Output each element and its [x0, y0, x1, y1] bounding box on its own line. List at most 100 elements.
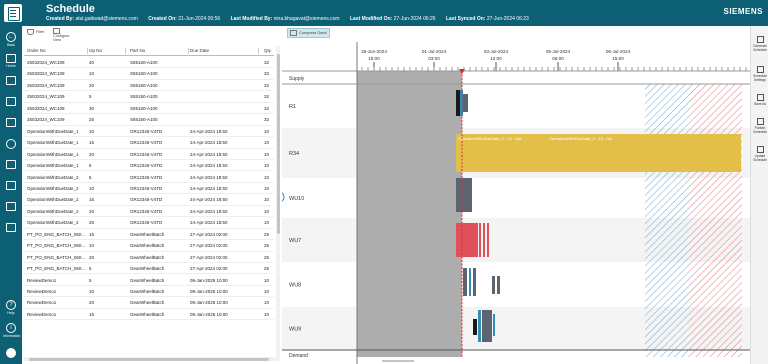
- nav-dashboard[interactable]: [3, 223, 19, 232]
- nav-help[interactable]: ? Help: [3, 300, 19, 315]
- column-header-part-no[interactable]: Part No: [130, 48, 189, 54]
- table-row[interactable]: PT_PO_ENG_BATCH_060... 20 GearWheelBatch 27…: [24, 252, 274, 264]
- scroll-thumb[interactable]: [29, 357, 269, 361]
- resource-label[interactable]: WU10: [289, 196, 304, 202]
- cell-qty: 10: [264, 208, 270, 214]
- table-row[interactable]: 25032024_WC109 10 S55150-A100 32: [24, 68, 274, 80]
- table-row[interactable]: OperationWithDueDate_1 5 GR12345-V4TD 24-Ap…: [24, 160, 274, 172]
- database-icon: [6, 202, 16, 211]
- gantt-bar[interactable]: [456, 223, 478, 257]
- nav-reports[interactable]: [3, 97, 19, 106]
- gantt-bar[interactable]: [469, 268, 471, 296]
- cell-order-no: OperationWithDueDate_1: [27, 140, 79, 146]
- table-row[interactable]: OperationWithDueDate_2 15 GR12345-V4TD 24-A…: [24, 194, 274, 206]
- table-row[interactable]: ReviewDemo1 5 GearWheelBatch 09-Jan-2025 10…: [24, 275, 274, 286]
- gantt-bar[interactable]: [463, 94, 468, 112]
- gantt-bar[interactable]: [456, 178, 472, 212]
- table-row[interactable]: OperationWithDueDate_1 15 GR12345-V4TD 24-A…: [24, 137, 274, 149]
- nav-orders[interactable]: [3, 160, 19, 169]
- schedule-settings-button[interactable]: Schedule Settings: [752, 66, 768, 82]
- gantt-bar[interactable]: [473, 268, 476, 296]
- resource-label[interactable]: R1: [289, 104, 296, 110]
- gantt-bar[interactable]: [482, 310, 492, 342]
- user-avatar[interactable]: [6, 348, 16, 358]
- nav-data[interactable]: [3, 202, 19, 211]
- table-row[interactable]: ReviewDemo1 20 GearWheelBatch 09-Jan-2025 1…: [24, 297, 274, 309]
- update-schedule-button[interactable]: Update Schedule: [752, 146, 768, 162]
- table-row[interactable]: OperationWithDueDate_2 25 GR12345-V4TD 24-A…: [24, 217, 274, 229]
- cell-due-date: 27-Apr-2024 02:00: [190, 243, 228, 249]
- gantt-bar[interactable]: [479, 223, 481, 257]
- table-row[interactable]: OperationWithDueDate_2 10 GR12345-V4TD 24-A…: [24, 183, 274, 195]
- table-row[interactable]: ReviewDemo1 15 GearWheelBatch 09-Jan-2025 1…: [24, 309, 274, 321]
- resource-icon: [6, 118, 16, 127]
- save-as-button[interactable]: Save As: [752, 94, 768, 106]
- gantt-bar[interactable]: [478, 310, 481, 342]
- back-arrow-icon: ←: [6, 32, 16, 42]
- axis-time-label: 15:00: [612, 56, 624, 61]
- cell-part-no: GR12345-V4TD: [130, 185, 163, 191]
- gantt-bar[interactable]: [487, 223, 489, 257]
- cell-order-no: 25032024_WC109: [27, 71, 65, 77]
- cell-order-no: ReviewDemo1: [27, 289, 57, 294]
- gantt-bar[interactable]: [463, 268, 467, 296]
- gantt-bar[interactable]: [492, 276, 495, 294]
- column-header-op-no[interactable]: Op No: [89, 48, 126, 54]
- cell-qty: 10: [264, 140, 270, 146]
- cell-due-date: 09-Jan-2025 10:00: [190, 277, 228, 283]
- resource-label[interactable]: WU8: [289, 283, 301, 289]
- nav-schedule[interactable]: [3, 76, 19, 85]
- column-header-due-date[interactable]: Due Date: [190, 48, 259, 54]
- gantt-scroll-thumb[interactable]: [382, 360, 414, 362]
- cell-due-date: 27-Apr-2024 02:00: [190, 254, 228, 260]
- filter-button[interactable]: Filter: [27, 29, 44, 35]
- dashboard-icon: [6, 223, 16, 232]
- table-row[interactable]: 25032024_WC109 25 S55150-A100 32: [24, 114, 274, 126]
- resource-label[interactable]: WU9: [289, 327, 301, 333]
- nav-back[interactable]: ← Back: [3, 32, 19, 47]
- table-vertical-scrollbar[interactable]: [276, 46, 280, 358]
- cell-part-no: GearWheelBatch: [130, 277, 165, 283]
- nav-information[interactable]: i Information: [3, 323, 21, 338]
- nav-home[interactable]: Home: [3, 54, 19, 68]
- nav-settings[interactable]: [3, 139, 19, 149]
- cell-op-no: 15: [89, 140, 95, 146]
- table-row[interactable]: OperationWithDueDate_1 10 GR12345-V4TD 24-A…: [24, 126, 274, 138]
- generate-schedule-button[interactable]: Generate Schedule: [752, 36, 768, 52]
- column-header-order-no[interactable]: Order No: [27, 48, 88, 54]
- gantt-bar[interactable]: [473, 319, 477, 335]
- gantt-bar[interactable]: [456, 90, 460, 116]
- gantt-bar[interactable]: [493, 314, 495, 336]
- table-horizontal-scrollbar[interactable]: [24, 357, 280, 361]
- table-row[interactable]: OperationWithDueDate_1 20 GR12345-V4TD 24-A…: [24, 149, 274, 160]
- nav-calendar[interactable]: [3, 181, 19, 190]
- table-row[interactable]: ReviewDemo1 10 GearWheelBatch 09-Jan-2025 1…: [24, 286, 274, 298]
- gantt-bar[interactable]: [497, 276, 500, 294]
- table-row[interactable]: OperationWithDueDate_2 20 GR12345-V4TD 24-A…: [24, 206, 274, 218]
- cell-order-no: OperationWithDueDate_1: [27, 151, 79, 157]
- cell-order-no: 25032024_WC109: [27, 82, 65, 88]
- nav-resources[interactable]: [3, 118, 19, 127]
- schedule-app-icon: [4, 4, 22, 22]
- configure-view-button[interactable]: Configure View: [53, 28, 75, 42]
- table-row[interactable]: 25032024_WC109 5 S55150-A100 32: [24, 91, 274, 103]
- table-row[interactable]: 25032024_WC109 40 S55150-A100 32: [24, 57, 274, 69]
- resource-label[interactable]: R34: [289, 151, 299, 157]
- gantt-bar[interactable]: [483, 223, 485, 257]
- table-row[interactable]: 25032024_WC109 20 S55150-A100 32: [24, 80, 274, 92]
- table-row[interactable]: OperationWithDueDate_2 5 GR12345-V4TD 24-Ap…: [24, 172, 274, 183]
- table-row[interactable]: PT_PO_ENG_BATCH_060... 15 GearWheelBatch 27…: [24, 229, 274, 241]
- table-row[interactable]: PT_PO_ENG_BATCH_060... 10 GearWheelBatch 27…: [24, 240, 274, 252]
- cell-due-date: 09-Jan-2025 10:00: [190, 311, 228, 317]
- table-row[interactable]: PT_PO_ENG_BATCH_060... 5 GearWheelBatch 27-…: [24, 263, 274, 275]
- gantt-chart[interactable]: 28-Jun-2024 18:00 01-Jul-2024 03:00 03-Jul-2…: [282, 42, 750, 364]
- resource-label[interactable]: WU7: [289, 238, 301, 244]
- cell-op-no: 10: [89, 243, 95, 249]
- table-row[interactable]: 25032024_WC109 30 S55150-A100 32: [24, 103, 274, 115]
- column-header-qty[interactable]: Qty: [264, 48, 279, 54]
- compress-gantt-button[interactable]: Compress Gantt: [287, 28, 330, 38]
- publish-schedule-button[interactable]: Publish Schedule: [752, 118, 768, 134]
- scroll-thumb[interactable]: [276, 54, 280, 234]
- cell-op-no: 25: [89, 220, 95, 226]
- non-working-time-band: [645, 84, 690, 357]
